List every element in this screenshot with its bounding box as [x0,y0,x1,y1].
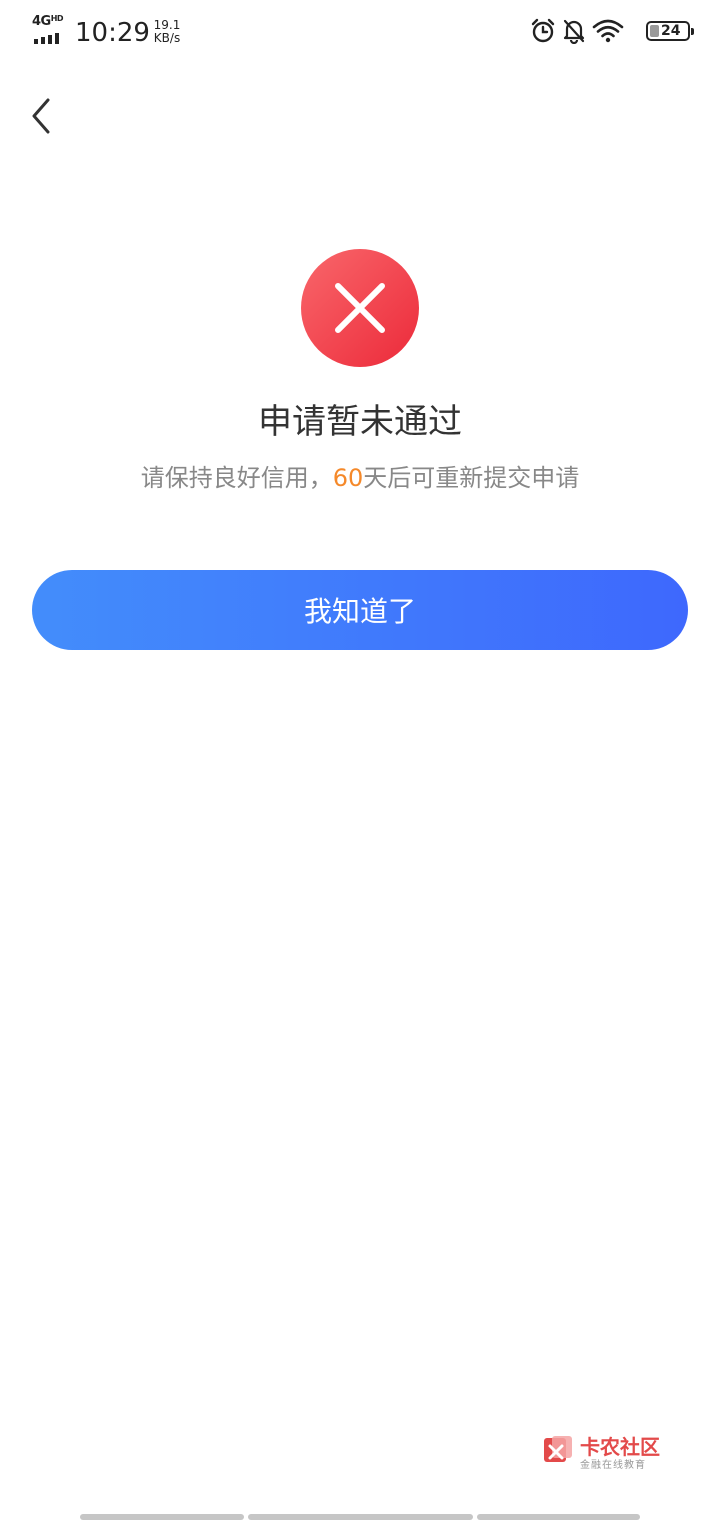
status-bar-right: 24 [530,18,694,48]
subtitle-text-end: 天后可重新提交申请 [363,464,580,492]
card-logo-icon [544,1436,572,1462]
result-title: 申请暂未通过 [258,402,462,442]
result-subtitle: 请保持良好信用，60天后可重新提交申请 [0,458,720,493]
acknowledge-button[interactable]: 我知道了 [32,570,688,650]
chevron-left-icon [32,98,50,134]
network-type: 4GHD [32,14,64,29]
network-speed: 19.1 KB/s [153,18,181,45]
watermark-logo: 卡农社区 金融在线教育 [540,1430,670,1471]
wifi-icon [592,19,624,43]
battery-level: 24 [661,23,681,39]
battery-icon: 24 [646,21,694,41]
nav-gesture-bar-center[interactable] [248,1514,473,1520]
subtitle-text: 请保持良好信用， [140,464,333,492]
alarm-icon [531,18,555,43]
cellular-signal-icon: 4GHD [32,14,68,44]
back-button[interactable] [24,92,64,140]
retry-days: 60 [332,464,364,492]
nav-gesture-bar-right[interactable] [477,1514,640,1520]
close-icon [301,249,419,367]
bell-off-icon [563,19,585,44]
clock: 10:29 [75,18,150,48]
watermark-subtitle: 金融在线教育 [580,1460,646,1471]
status-bar: 4GHD 10:29 19.1 KB/s 24 [0,0,720,66]
nav-gesture-bar-left[interactable] [80,1514,244,1520]
